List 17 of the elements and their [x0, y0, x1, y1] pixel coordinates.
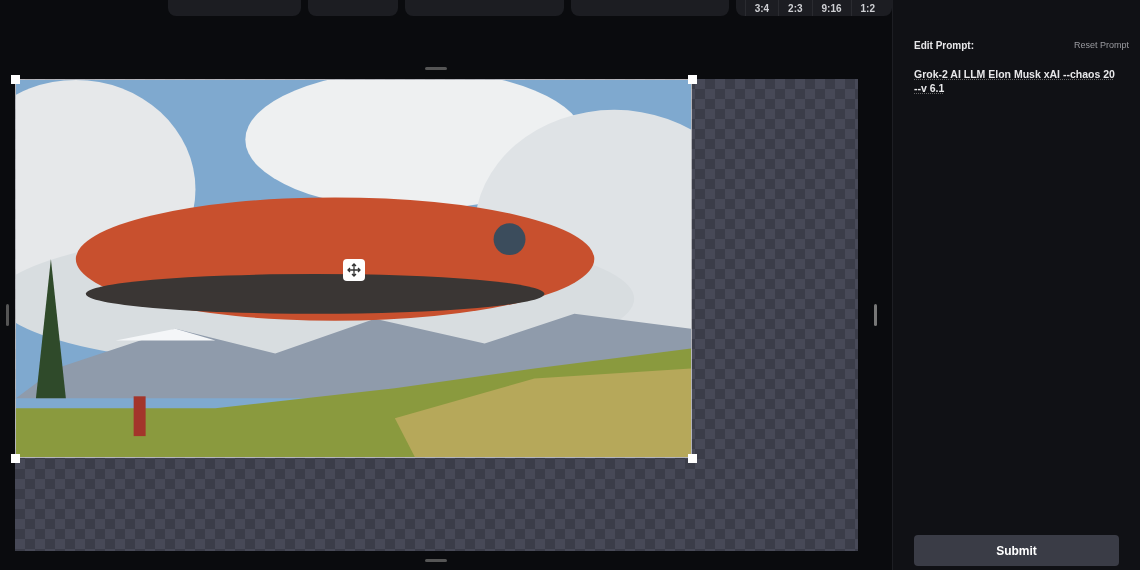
reset-prompt-link[interactable]: Reset Prompt — [1073, 38, 1129, 53]
aspect-ratio-option[interactable]: 9:16 — [811, 0, 851, 16]
move-icon[interactable] — [343, 259, 365, 281]
aspect-ratio-option[interactable]: 3:4 — [744, 0, 779, 16]
panel-title: Edit Prompt: — [914, 39, 974, 53]
resize-handle[interactable] — [688, 454, 697, 463]
resize-handle[interactable] — [688, 75, 697, 84]
drag-handle[interactable] — [425, 67, 447, 70]
drag-handle[interactable] — [873, 304, 877, 326]
drag-handle[interactable] — [425, 559, 447, 562]
aspect-ratio-option[interactable]: 1:2 — [850, 0, 884, 16]
drag-handle[interactable] — [6, 304, 9, 326]
resize-handle[interactable] — [11, 75, 20, 84]
aspect-ratio-option[interactable]: 2:3 — [778, 0, 812, 16]
submit-button[interactable]: Submit — [914, 535, 1119, 566]
prompt-text[interactable]: Grok-2 AI LLM Elon Musk xAI --chaos 20 --v 6.1 — [914, 67, 1119, 95]
resize-handle[interactable] — [11, 454, 20, 463]
